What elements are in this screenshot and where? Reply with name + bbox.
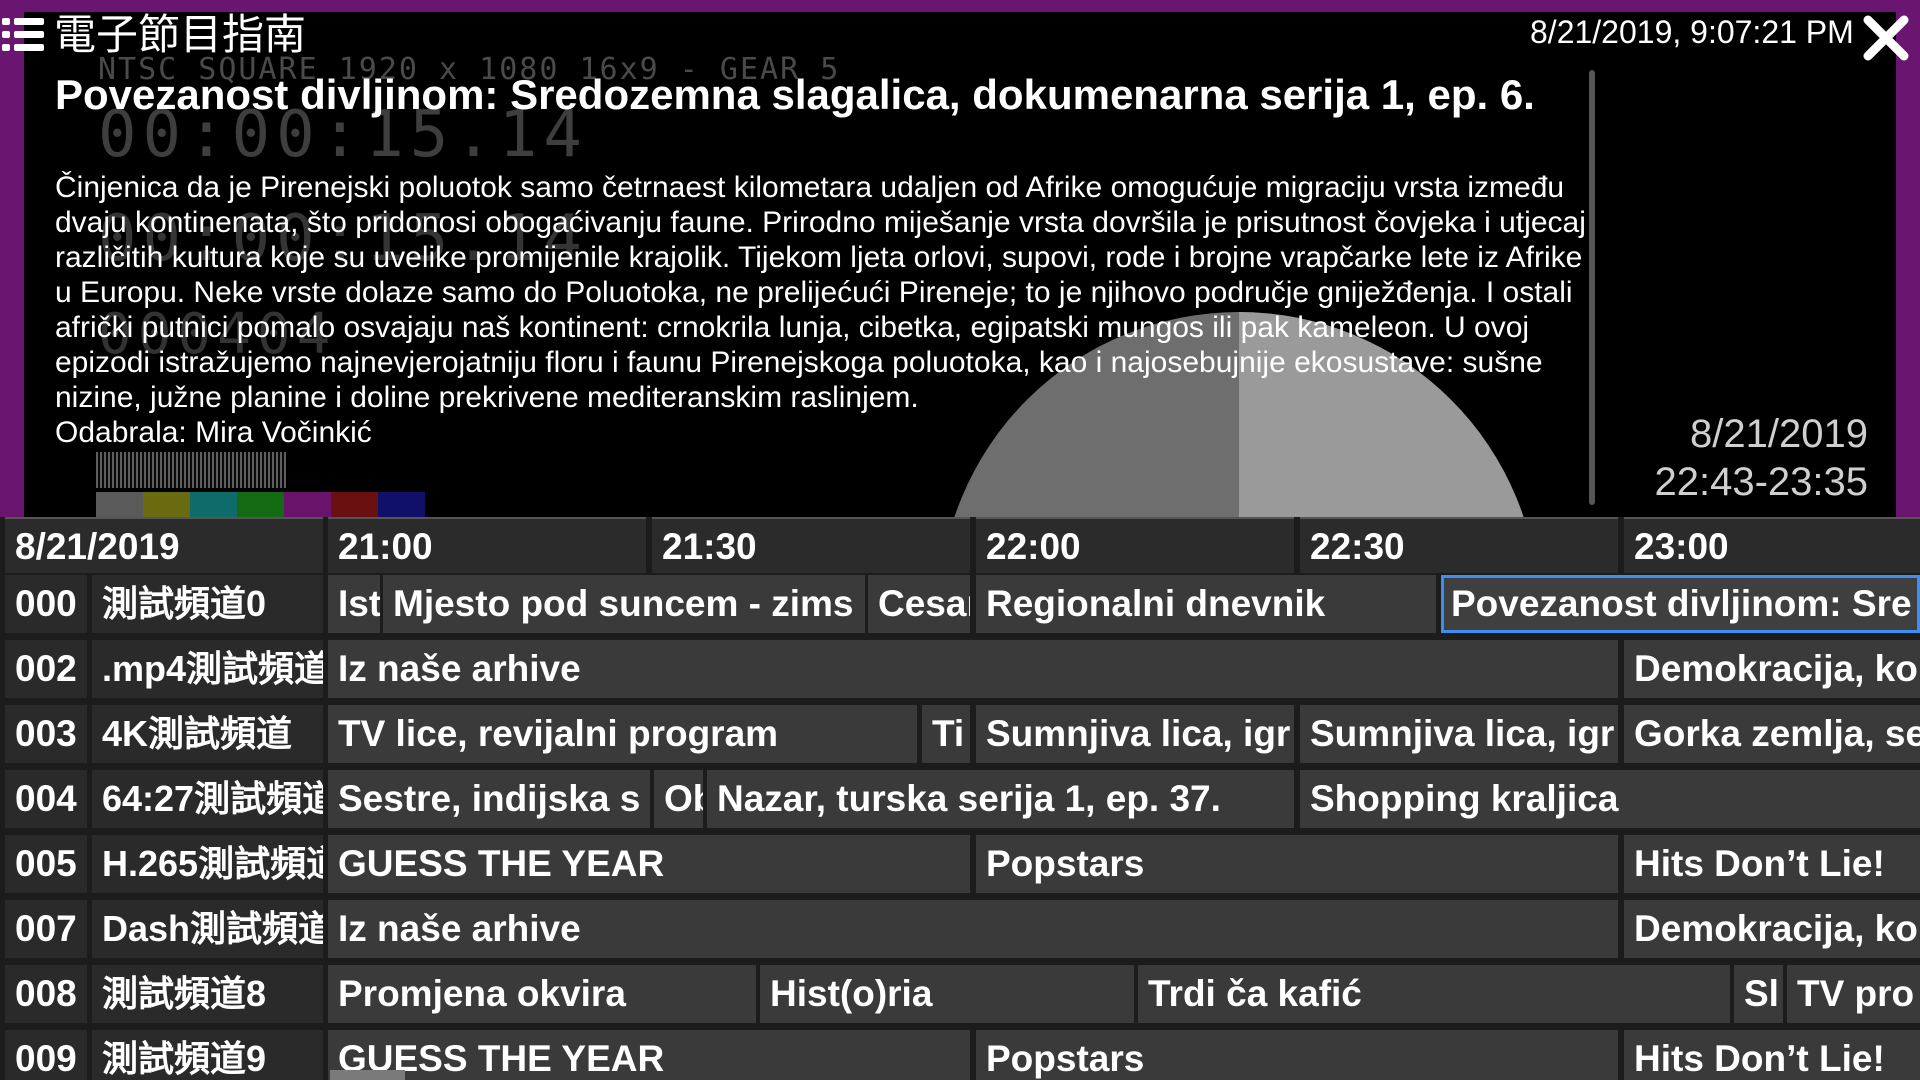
program-cell[interactable]: Sl <box>1734 965 1783 1023</box>
program-cell[interactable]: Mjesto pod suncem - zims <box>383 575 865 633</box>
app-title: 電子節目指南 <box>54 10 307 59</box>
program-cell[interactable]: TV lice, revijalni program <box>328 705 917 763</box>
program-cell[interactable]: Sestre, indijska s <box>328 770 650 828</box>
program-description: Činjenica da je Pirenejski poluotok samo… <box>55 171 1586 414</box>
color-bars <box>96 492 425 517</box>
program-cell[interactable]: Trdi ča kafić <box>1138 965 1730 1023</box>
channel-number: 008 <box>5 965 87 1023</box>
channel-number: 009 <box>5 1030 87 1080</box>
channel-number: 005 <box>5 835 87 893</box>
grid-date: 8/21/2019 <box>5 517 323 573</box>
program-cell[interactable]: Regionalni dnevnik <box>976 575 1436 633</box>
right-frame-bar <box>1896 0 1920 520</box>
program-cell[interactable]: Promjena okvira <box>328 965 756 1023</box>
hamburger-menu-icon[interactable] <box>2 18 44 52</box>
grid-scroll-indicator[interactable] <box>330 1070 405 1080</box>
program-cell[interactable]: GUESS THE YEAR <box>328 835 970 893</box>
channel-number: 003 <box>5 705 87 763</box>
program-cell[interactable]: GUESS THE YEAR <box>328 1030 970 1080</box>
program-cell[interactable]: Cesar <box>868 575 970 633</box>
program-cell[interactable]: Ist <box>328 575 380 633</box>
time-slot: 21:00 <box>328 517 646 573</box>
close-icon[interactable] <box>1862 14 1910 62</box>
channel-name: 4K測試頻道 <box>92 705 323 763</box>
program-cell-selected[interactable]: Povezanost divljinom: Sre <box>1441 575 1920 633</box>
program-cell[interactable]: TV pro <box>1787 965 1920 1023</box>
program-cell[interactable]: Demokracija, ko <box>1624 900 1920 958</box>
program-cell[interactable]: Demokracija, ko <box>1624 640 1920 698</box>
program-cell[interactable]: Hist(o)ria <box>760 965 1134 1023</box>
program-cell[interactable]: Ob <box>654 770 703 828</box>
channel-name: 測試頻道0 <box>92 575 323 633</box>
channel-number: 002 <box>5 640 87 698</box>
time-slot: 22:00 <box>976 517 1294 573</box>
program-cell[interactable]: Gorka zemlja, se <box>1624 705 1920 763</box>
channel-name: 64:27測試頻道 <box>92 770 323 828</box>
program-cell[interactable]: Hits Don’t Lie! <box>1624 1030 1920 1080</box>
channel-name: H.265測試頻道 <box>92 835 323 893</box>
program-cell[interactable]: Iz naše arhive <box>328 640 1618 698</box>
epg-grid: 8/21/2019 21:00 21:30 22:00 22:30 23:00 … <box>0 517 1920 1080</box>
program-cell[interactable]: Nazar, turska serija 1, ep. 37. <box>707 770 1294 828</box>
channel-name: .mp4測試頻道 <box>92 640 323 698</box>
program-cell[interactable]: Shopping kraljica <box>1300 770 1920 828</box>
channel-number: 000 <box>5 575 87 633</box>
program-cell[interactable]: Sumnjiva lica, igr <box>1300 705 1618 763</box>
channel-name: Dash測試頻道 <box>92 900 323 958</box>
test-pattern-stripes <box>96 452 286 488</box>
time-slot: 22:30 <box>1300 517 1618 573</box>
description-scrollbar[interactable] <box>1589 70 1595 505</box>
program-title: Povezanost divljinom: Sredozemna slagali… <box>55 71 1535 118</box>
clock: 8/21/2019, 9:07:21 PM <box>1530 14 1854 50</box>
program-cell[interactable]: Hits Don’t Lie! <box>1624 835 1920 893</box>
program-cell[interactable]: Iz naše arhive <box>328 900 1618 958</box>
left-frame-bar <box>0 0 24 520</box>
program-time: 22:43-23:35 <box>1654 460 1868 504</box>
program-cell[interactable]: Ti <box>922 705 970 763</box>
channel-number: 004 <box>5 770 87 828</box>
program-date: 8/21/2019 <box>1690 412 1868 456</box>
program-credit: Odabrala: Mira Vočinkić <box>55 416 372 449</box>
channel-name: 測試頻道9 <box>92 1030 323 1080</box>
time-slot: 21:30 <box>652 517 970 573</box>
channel-number: 007 <box>5 900 87 958</box>
program-cell[interactable]: Popstars <box>976 1030 1618 1080</box>
channel-name: 測試頻道8 <box>92 965 323 1023</box>
program-cell[interactable]: Popstars <box>976 835 1618 893</box>
time-slot: 23:00 <box>1624 517 1920 573</box>
program-cell[interactable]: Sumnjiva lica, igr <box>976 705 1294 763</box>
